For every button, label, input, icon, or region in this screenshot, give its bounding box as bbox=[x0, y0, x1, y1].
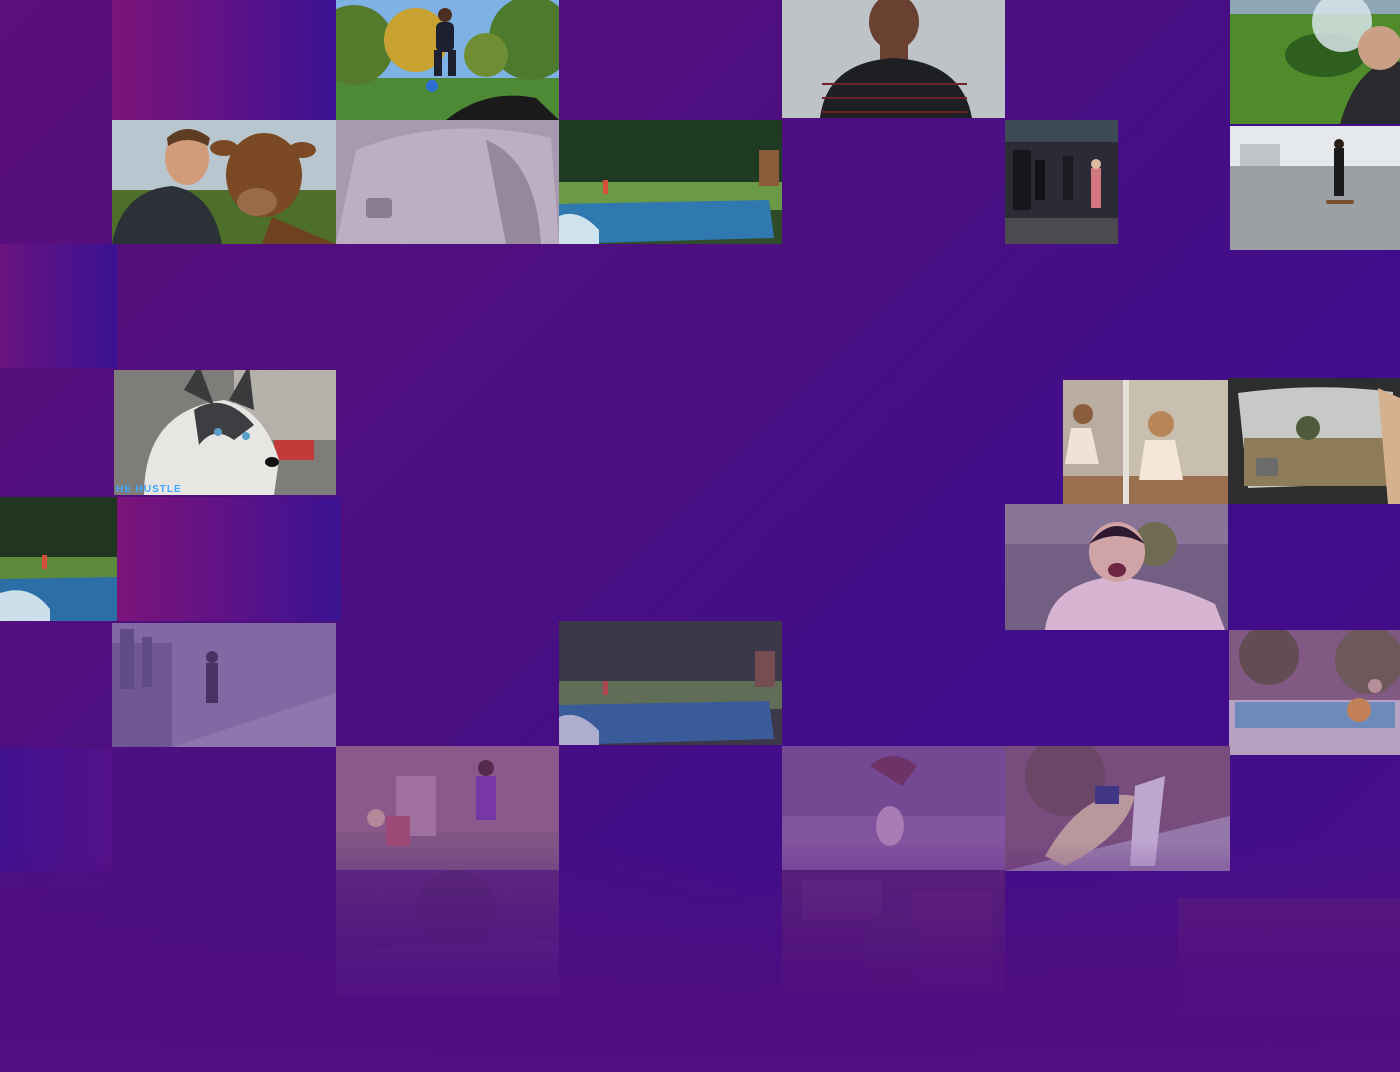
thumbnail-toddler-excited[interactable] bbox=[1005, 504, 1228, 630]
gradient-tile bbox=[0, 244, 117, 368]
thumbnail-kid-above-ground-pool[interactable] bbox=[1229, 630, 1400, 755]
thumbnail-pool-backyard-left[interactable] bbox=[0, 497, 117, 621]
thumbnail-husky-dog[interactable]: HE HUSTLE bbox=[114, 370, 336, 495]
thumbnail-person-falling-slide[interactable] bbox=[1005, 746, 1230, 871]
thumbnail-man-giant-ball-lawn[interactable] bbox=[1230, 0, 1400, 124]
thumbnail-two-girls-mirror[interactable] bbox=[1063, 380, 1228, 504]
thumbnail-man-with-cow[interactable] bbox=[112, 120, 336, 244]
gradient-tile bbox=[117, 497, 341, 621]
thumbnail-girl-jumping-faded[interactable] bbox=[782, 746, 1005, 870]
gradient-tile bbox=[112, 0, 336, 120]
thumbnail-car-interior-faded[interactable] bbox=[336, 120, 559, 244]
thumbnail-hoverboard-rooftop[interactable] bbox=[112, 623, 336, 747]
gradient-tile bbox=[0, 748, 112, 872]
thumbnail-crowd-street-dark[interactable] bbox=[1005, 120, 1118, 244]
thumbnail-pool-backyard-middle[interactable] bbox=[559, 621, 782, 745]
thumbnail-kitchen-faded[interactable] bbox=[782, 870, 1005, 994]
thumbnail-man-basketball-park[interactable] bbox=[336, 0, 559, 120]
thumbnail-watermark: HE HUSTLE bbox=[116, 484, 182, 495]
thumbnail-people-dancing-patio[interactable] bbox=[336, 746, 559, 870]
thumbnail-blurred-faded-right[interactable] bbox=[1178, 898, 1400, 1022]
thumbnail-pool-backyard-top[interactable] bbox=[559, 120, 782, 244]
thumbnail-man-talking-portrait[interactable] bbox=[782, 0, 1005, 118]
video-thumbnail-wall: HE HUSTLE bbox=[0, 0, 1400, 1072]
thumbnail-skateboarder-street[interactable] bbox=[1230, 126, 1400, 250]
thumbnail-backyard-trampoline-faded[interactable] bbox=[336, 870, 559, 994]
thumbnail-car-window-field[interactable] bbox=[1228, 378, 1400, 504]
